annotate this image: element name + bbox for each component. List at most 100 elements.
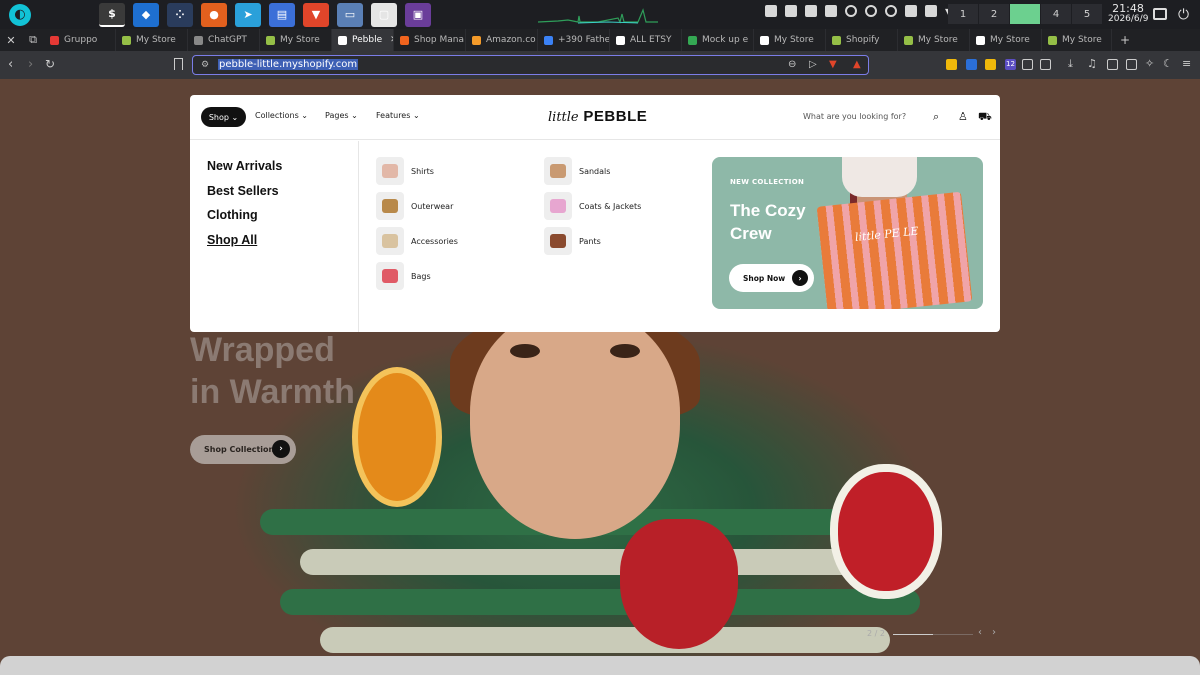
battery-icon[interactable] [925, 5, 937, 17]
category-thumbnail [376, 262, 404, 290]
workspace-2[interactable]: 2 [979, 4, 1010, 24]
telegram-tray-icon[interactable] [805, 5, 817, 17]
volume-icon[interactable] [865, 5, 877, 17]
bookmark-icon[interactable] [174, 58, 183, 70]
binance-extension-icon[interactable] [946, 59, 957, 70]
slide-prev-icon[interactable]: ‹ [978, 627, 982, 638]
document-app-icon[interactable]: ▢ [371, 2, 397, 27]
browser-tab[interactable]: My Store [970, 29, 1042, 51]
nav-collections[interactable]: Collections ⌄ [255, 111, 308, 120]
workspace-1[interactable]: 1 [948, 4, 979, 24]
browser-tab[interactable]: ALL ETSY [610, 29, 682, 51]
search-icon[interactable]: ⌕ [933, 110, 939, 124]
vscode-app-icon[interactable]: ◆ [133, 2, 159, 27]
browser-tab[interactable]: My Store [116, 29, 188, 51]
browser-tab[interactable]: Pebble✕ [332, 29, 394, 51]
zoom-icon[interactable]: ⊖ [788, 59, 796, 70]
category-link[interactable]: Sandals [544, 157, 610, 185]
brave-app-icon[interactable]: ▼ [303, 2, 329, 27]
forward-icon[interactable]: › [28, 57, 33, 72]
vpn-icon[interactable]: ☾ [1163, 57, 1173, 70]
category-link[interactable]: Bags [376, 262, 431, 290]
promo-card[interactable]: little PE LE NEW COLLECTION The Cozy Cre… [712, 157, 983, 309]
notification-bell-icon[interactable] [765, 5, 777, 17]
shop-collection-button[interactable]: Shop Collection › [190, 435, 296, 464]
browser-tab[interactable]: Gruppo [44, 29, 116, 51]
translate-extension-icon[interactable] [1040, 59, 1051, 70]
menu-clothing[interactable]: Clothing [207, 208, 258, 222]
share-icon[interactable]: ▷ [809, 59, 817, 70]
wallet-extension-icon[interactable] [985, 59, 996, 70]
tab-actions-icon[interactable]: ⧉ [22, 33, 44, 47]
nav-pages-label: Pages [325, 111, 349, 120]
flag-icon[interactable] [785, 5, 797, 17]
browser-tab[interactable]: ChatGPT [188, 29, 260, 51]
nav-pages[interactable]: Pages ⌄ [325, 111, 358, 120]
brave-rewards-icon[interactable]: ▲ [853, 59, 861, 70]
power-icon[interactable]: ⏻ [1178, 7, 1189, 23]
menu-best-sellers[interactable]: Best Sellers [207, 184, 279, 198]
os-launcher-icon[interactable]: ◐ [9, 3, 31, 26]
clock[interactable]: 21:48 2026/6/9 [1108, 3, 1148, 25]
extension-icon[interactable] [1022, 59, 1033, 70]
window-overview-icon[interactable] [1153, 8, 1167, 20]
browser-tab[interactable]: My Store [898, 29, 970, 51]
workspace-4[interactable]: 4 [1041, 4, 1072, 24]
browser-tab[interactable]: My Store [754, 29, 826, 51]
sidebar-icon[interactable] [1107, 59, 1118, 70]
browser-tab[interactable]: My Store [260, 29, 332, 51]
site-info-icon[interactable]: ⚙ [201, 60, 209, 70]
terminal-app-icon[interactable]: $ [99, 2, 125, 27]
browser-tab[interactable]: Shop Mana [394, 29, 466, 51]
files-app-icon[interactable]: ▭ [337, 2, 363, 27]
workspace-3[interactable] [1010, 4, 1041, 24]
clipboard-icon[interactable] [825, 5, 837, 17]
category-link[interactable]: Pants [544, 227, 601, 255]
nav-shop-button[interactable]: Shop ⌄ [201, 107, 246, 127]
browser-tab[interactable]: My Store [1042, 29, 1112, 51]
category-link[interactable]: Accessories [376, 227, 458, 255]
telegram-app-icon[interactable]: ➤ [235, 2, 261, 27]
record-icon[interactable] [845, 5, 857, 17]
settings-tray-icon[interactable] [885, 5, 897, 17]
menu-shop-all[interactable]: Shop All [207, 233, 257, 247]
url-text[interactable]: pebble-little.myshopify.com [218, 59, 359, 70]
menu-icon[interactable]: ≡ [1182, 57, 1191, 70]
nodes-app-icon[interactable]: ⁘ [167, 2, 193, 27]
wifi-icon[interactable] [905, 5, 917, 17]
nav-features[interactable]: Features ⌄ [376, 111, 420, 120]
browser-tab[interactable]: +390 Fathe [538, 29, 610, 51]
bottom-drawer[interactable] [0, 656, 1200, 675]
store-logo[interactable]: little PEBBLE [548, 107, 647, 125]
wallet-icon[interactable] [1126, 59, 1137, 70]
menu-new-arrivals[interactable]: New Arrivals [207, 159, 282, 173]
address-bar[interactable]: ⚙ pebble-little.myshopify.com ⊖ ▷ ▼ ▲ [192, 55, 869, 75]
browser-tab[interactable]: Shopify [826, 29, 898, 51]
category-link[interactable]: Coats & Jackets [544, 192, 641, 220]
firefox-app-icon[interactable]: ● [201, 2, 227, 27]
extension-badge[interactable]: 12 [1005, 59, 1016, 70]
puzzle-extension-icon[interactable] [966, 59, 977, 70]
new-tab-button[interactable]: + [1120, 33, 1130, 47]
reload-icon[interactable]: ↻ [45, 57, 55, 71]
cart-icon[interactable]: ⛟ [978, 110, 992, 125]
download-icon[interactable]: ⤓ [1068, 57, 1073, 71]
category-link[interactable]: Shirts [376, 157, 434, 185]
shop-now-button[interactable]: Shop Now › [729, 264, 814, 292]
slide-next-icon[interactable]: › [992, 627, 996, 638]
browser-tab[interactable]: Mock up e [682, 29, 754, 51]
music-icon[interactable]: ♫ [1087, 57, 1097, 70]
category-image [382, 199, 398, 213]
screen-app-icon[interactable]: ▣ [405, 2, 431, 27]
leo-ai-icon[interactable]: ✧ [1145, 57, 1154, 70]
back-icon[interactable]: ‹ [8, 57, 13, 72]
close-window-icon[interactable]: ✕ [0, 34, 22, 47]
brave-shield-icon[interactable]: ▼ [829, 59, 837, 70]
notes-app-icon[interactable]: ▤ [269, 2, 295, 27]
tab-favicon-icon [832, 35, 841, 45]
account-icon[interactable]: ♙ [958, 110, 968, 123]
search-placeholder[interactable]: What are you looking for? [803, 112, 906, 121]
browser-tab[interactable]: Amazon.co [466, 29, 538, 51]
category-link[interactable]: Outerwear [376, 192, 453, 220]
workspace-5[interactable]: 5 [1072, 4, 1103, 24]
